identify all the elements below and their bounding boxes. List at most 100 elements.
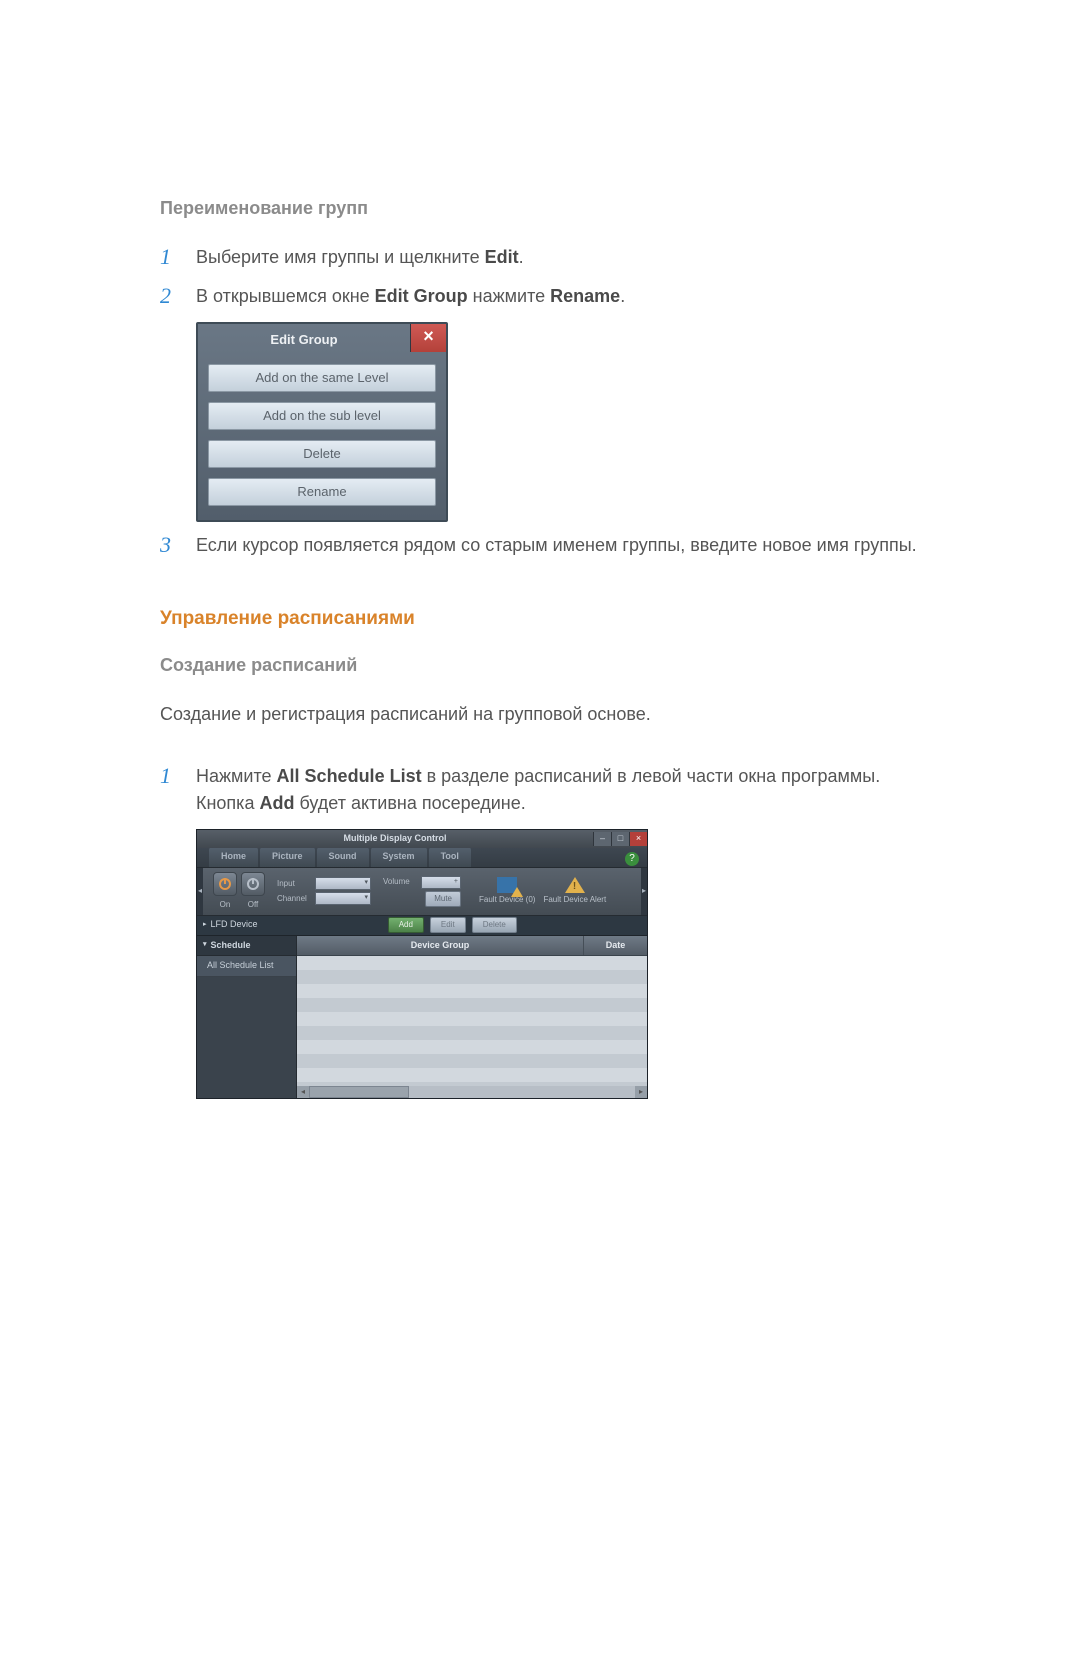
add-button[interactable]: Add bbox=[388, 917, 424, 933]
plus-icon: + bbox=[454, 877, 458, 888]
close-button[interactable]: × bbox=[629, 832, 647, 846]
scroll-left-button[interactable]: ◂ bbox=[297, 1086, 309, 1098]
all-schedule-list-label: All Schedule List bbox=[277, 766, 422, 786]
fault-block: Fault Device (0) Fault Device Alert bbox=[479, 877, 606, 906]
input-channel-block: Input ▾ Channel ▾ bbox=[277, 877, 371, 905]
delete-button[interactable]: Delete bbox=[472, 917, 517, 933]
fault-alert-label: Fault Device Alert bbox=[543, 894, 606, 906]
column-device-group: Device Group bbox=[297, 936, 583, 956]
lfd-device-header[interactable]: ▸ LFD Device bbox=[203, 918, 258, 932]
schedule-steps: 1 Нажмите All Schedule List в разделе ра… bbox=[160, 763, 920, 817]
close-button[interactable]: × bbox=[410, 324, 446, 352]
power-icon bbox=[218, 877, 232, 891]
schedule-intro: Создание и регистрация расписаний на гру… bbox=[160, 701, 920, 728]
fault-alert-button[interactable]: Fault Device Alert bbox=[543, 877, 606, 906]
power-on-button[interactable] bbox=[213, 872, 237, 896]
sidebar-schedule-header[interactable]: ▾ Schedule bbox=[197, 936, 296, 957]
text: . bbox=[519, 247, 524, 267]
fault-device-button[interactable]: Fault Device (0) bbox=[479, 877, 535, 906]
column-date: Date bbox=[583, 936, 647, 956]
edit-group-titlebar: Edit Group × bbox=[198, 324, 446, 352]
monitor-warning-icon bbox=[497, 877, 517, 893]
input-label: Input bbox=[277, 878, 313, 890]
ribbon-nav-left[interactable]: ◂ bbox=[197, 868, 203, 915]
step-number: 2 bbox=[160, 283, 178, 309]
edit-group-dialog: Edit Group × Add on the same Level Add o… bbox=[196, 322, 448, 522]
scroll-thumb[interactable] bbox=[309, 1086, 409, 1098]
scroll-track[interactable] bbox=[309, 1086, 635, 1098]
table-header: Device Group Date bbox=[297, 936, 647, 957]
heading-manage-schedules: Управление расписаниями bbox=[160, 605, 920, 634]
warning-icon bbox=[565, 877, 585, 893]
delete-button[interactable]: Delete bbox=[208, 440, 436, 468]
tab-tool[interactable]: Tool bbox=[429, 847, 471, 867]
tab-home[interactable]: Home bbox=[209, 847, 258, 867]
edit-button[interactable]: Edit bbox=[430, 917, 466, 933]
sidebar-schedule-label: Schedule bbox=[211, 939, 251, 953]
add-same-level-button[interactable]: Add on the same Level bbox=[208, 364, 436, 392]
power-icon bbox=[246, 877, 260, 891]
step-text: Если курсор появляется рядом со старым и… bbox=[196, 532, 917, 559]
ribbon-nav-right[interactable]: ▸ bbox=[641, 868, 647, 915]
mute-button[interactable]: Mute bbox=[425, 891, 461, 907]
mdc-body: ▾ Schedule All Schedule List Device Grou… bbox=[197, 936, 647, 1098]
tab-system[interactable]: System bbox=[371, 847, 427, 867]
chevron-right-icon: ▸ bbox=[203, 920, 207, 931]
action-bar: ▸ LFD Device Add Edit Delete bbox=[197, 916, 647, 936]
minimize-button[interactable]: – bbox=[593, 832, 611, 846]
heading-rename-groups: Переименование групп bbox=[160, 195, 920, 222]
tab-picture[interactable]: Picture bbox=[260, 847, 315, 867]
text: будет активна посередине. bbox=[294, 793, 525, 813]
power-off-button[interactable] bbox=[241, 872, 265, 896]
channel-select[interactable]: ▾ bbox=[315, 892, 371, 905]
lfd-device-label: LFD Device bbox=[211, 918, 258, 932]
window-controls: – □ × bbox=[593, 832, 647, 846]
add-sub-level-button[interactable]: Add on the sub level bbox=[208, 402, 436, 430]
volume-block: Volume + Mute bbox=[383, 876, 461, 907]
step-number: 3 bbox=[160, 532, 178, 558]
rename-button[interactable]: Rename bbox=[208, 478, 436, 506]
text: . bbox=[620, 286, 625, 306]
volume-field[interactable]: + bbox=[421, 876, 461, 889]
edit-group-body: Add on the same Level Add on the sub lev… bbox=[198, 364, 446, 506]
chevron-down-icon: ▾ bbox=[364, 878, 368, 889]
tab-sound[interactable]: Sound bbox=[317, 847, 369, 867]
step-text: Выберите имя группы и щелкните Edit. bbox=[196, 244, 524, 271]
mdc-titlebar: Multiple Display Control – □ × bbox=[197, 830, 647, 848]
maximize-button[interactable]: □ bbox=[611, 832, 629, 846]
edit-group-label: Edit Group bbox=[375, 286, 468, 306]
table-rows bbox=[297, 956, 647, 1086]
text: Нажмите bbox=[196, 766, 277, 786]
edit-label: Edit bbox=[485, 247, 519, 267]
power-group: On Off bbox=[213, 872, 265, 911]
step-text: В открывшемся окне Edit Group нажмите Re… bbox=[196, 283, 625, 310]
mdc-ribbon: ◂ On Off Input ▾ bbox=[197, 868, 647, 916]
mdc-tabs: Home Picture Sound System Tool bbox=[197, 848, 647, 868]
text: В открывшемся окне bbox=[196, 286, 375, 306]
mdc-main: Device Group Date ◂ ▸ bbox=[297, 936, 647, 1098]
power-off-label: Off bbox=[241, 899, 265, 911]
rename-steps: 1 Выберите имя группы и щелкните Edit. 2… bbox=[160, 244, 920, 310]
rename-steps-continued: 3 Если курсор появляется рядом со старым… bbox=[160, 532, 920, 567]
scroll-right-button[interactable]: ▸ bbox=[635, 1086, 647, 1098]
text: нажмите bbox=[468, 286, 550, 306]
sidebar-item-all-schedule-list[interactable]: All Schedule List bbox=[197, 956, 296, 977]
text: Выберите имя группы и щелкните bbox=[196, 247, 485, 267]
horizontal-scrollbar[interactable]: ◂ ▸ bbox=[297, 1086, 647, 1098]
mdc-title: Multiple Display Control bbox=[197, 832, 593, 846]
channel-label: Channel bbox=[277, 893, 313, 905]
power-on-label: On bbox=[213, 899, 237, 911]
mdc-window: Multiple Display Control – □ × Home Pict… bbox=[196, 829, 648, 1099]
add-label: Add bbox=[259, 793, 294, 813]
mdc-sidebar: ▾ Schedule All Schedule List bbox=[197, 936, 297, 1098]
step-number: 1 bbox=[160, 244, 178, 270]
help-icon[interactable]: ? bbox=[625, 852, 639, 866]
fault-device-label: Fault Device (0) bbox=[479, 894, 535, 906]
edit-group-title: Edit Group bbox=[198, 324, 410, 352]
chevron-down-icon: ▾ bbox=[203, 940, 207, 951]
rename-label: Rename bbox=[550, 286, 620, 306]
input-select[interactable]: ▾ bbox=[315, 877, 371, 890]
heading-create-schedules: Создание расписаний bbox=[160, 652, 920, 679]
volume-label: Volume bbox=[383, 876, 419, 888]
step-number: 1 bbox=[160, 763, 178, 789]
